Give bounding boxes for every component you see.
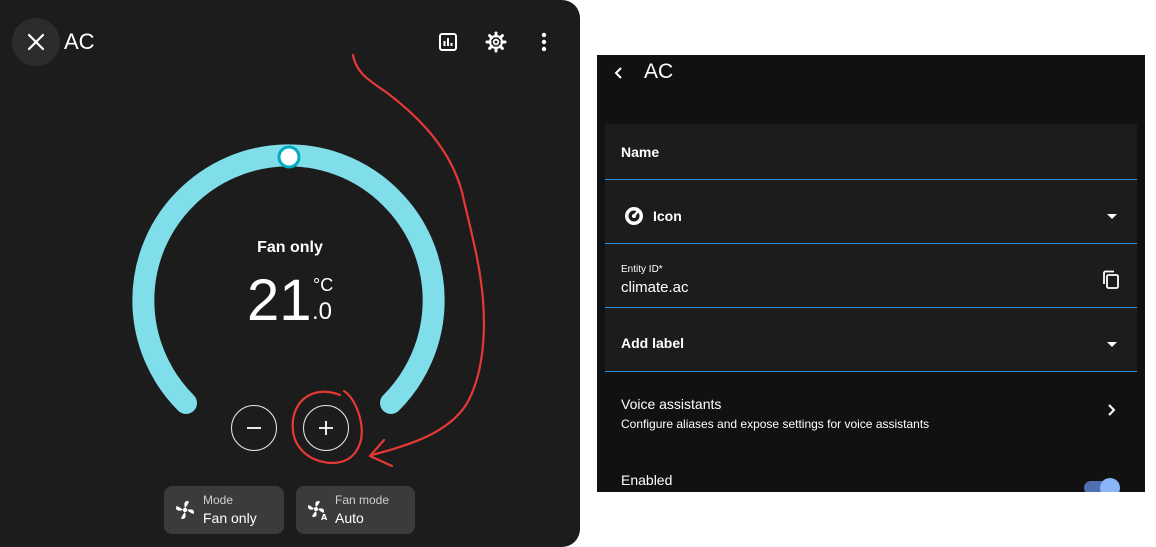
enabled-label: Enabled: [621, 472, 673, 488]
voice-assistants-title: Voice assistants: [621, 396, 722, 412]
voice-assistants-subtitle: Configure aliases and expose settings fo…: [621, 417, 930, 431]
copy-icon[interactable]: [1101, 269, 1121, 291]
settings-title: AC: [644, 60, 674, 83]
entity-id-field[interactable]: Entity ID* climate.ac: [605, 244, 1137, 308]
chevron-down-icon[interactable]: [1105, 213, 1119, 221]
chevron-right-icon: [1108, 404, 1116, 416]
icon-picker-field[interactable]: Icon: [605, 180, 1137, 244]
add-label-text: Add label: [621, 335, 685, 351]
voice-assistants-row[interactable]: Voice assistants Configure aliases and e…: [605, 372, 1137, 444]
chevron-down-icon[interactable]: [1105, 341, 1119, 349]
entity-id-value[interactable]: climate.ac: [621, 279, 689, 296]
entity-id-label: Entity ID*: [621, 264, 663, 275]
back-button[interactable]: [607, 62, 629, 84]
red-annotation-arrow: [291, 53, 486, 468]
name-field-label: Name: [621, 144, 660, 160]
icon-field-label: Icon: [653, 208, 682, 224]
name-field[interactable]: Name: [605, 124, 1137, 180]
entity-settings-panel: AC Name Icon Entity ID* climate.ac Add l…: [597, 55, 1145, 492]
thermostat-icon: [625, 207, 643, 225]
chevron-left-icon: [614, 67, 622, 79]
enabled-toggle-knob[interactable]: [1100, 478, 1120, 492]
climate-dialog: AC Fan only 21 °C .0 Mode Fan only A Fan…: [0, 0, 580, 547]
add-label-field[interactable]: Add label: [605, 308, 1137, 372]
